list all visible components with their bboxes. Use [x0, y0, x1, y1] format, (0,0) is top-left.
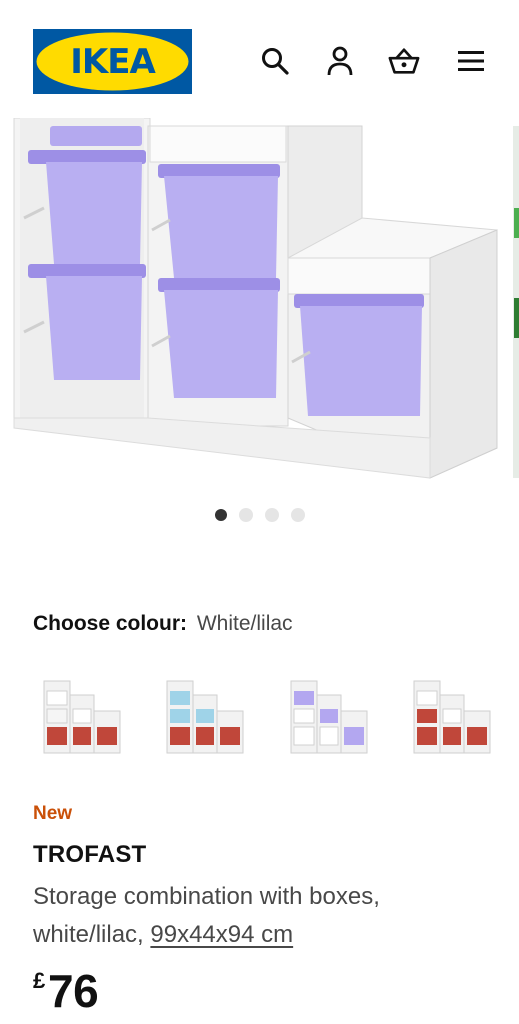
- ikea-logo[interactable]: IKEA: [33, 29, 192, 94]
- pagination-dot-1[interactable]: [214, 509, 227, 521]
- pagination-dot-2[interactable]: [238, 508, 253, 522]
- search-icon[interactable]: [259, 44, 291, 78]
- product-dimensions-link[interactable]: 99x44x94 cm: [150, 921, 293, 948]
- colour-option-white-red[interactable]: [33, 664, 133, 764]
- user-icon[interactable]: [324, 44, 356, 78]
- menu-icon[interactable]: [455, 44, 487, 78]
- logo-text: IKEA: [70, 42, 156, 82]
- colour-value: White/lilac: [196, 612, 293, 635]
- colour-option-white-lilac[interactable]: [280, 664, 380, 764]
- new-badge: New: [33, 803, 73, 824]
- header: IKEA: [0, 0, 519, 118]
- product-image: [0, 118, 519, 498]
- colour-option-white-red-alt[interactable]: [403, 664, 503, 764]
- price-amount: 76: [48, 965, 99, 1017]
- colour-option-white-lightblue-red[interactable]: [156, 664, 256, 764]
- colour-swatches: [33, 664, 503, 768]
- colour-chooser-heading: Choose colour: White/lilac: [33, 610, 293, 638]
- pagination-dot-3[interactable]: [264, 508, 279, 522]
- product-image-gallery[interactable]: [0, 118, 519, 498]
- price-currency: £: [33, 968, 46, 993]
- gallery-pagination: [0, 508, 519, 522]
- basket-icon[interactable]: [388, 44, 420, 78]
- product-description: Storage combination with boxes, white/li…: [33, 878, 493, 954]
- product-name: TROFAST: [33, 841, 147, 868]
- colour-label: Choose colour:: [33, 612, 188, 635]
- pagination-dot-4[interactable]: [290, 508, 305, 522]
